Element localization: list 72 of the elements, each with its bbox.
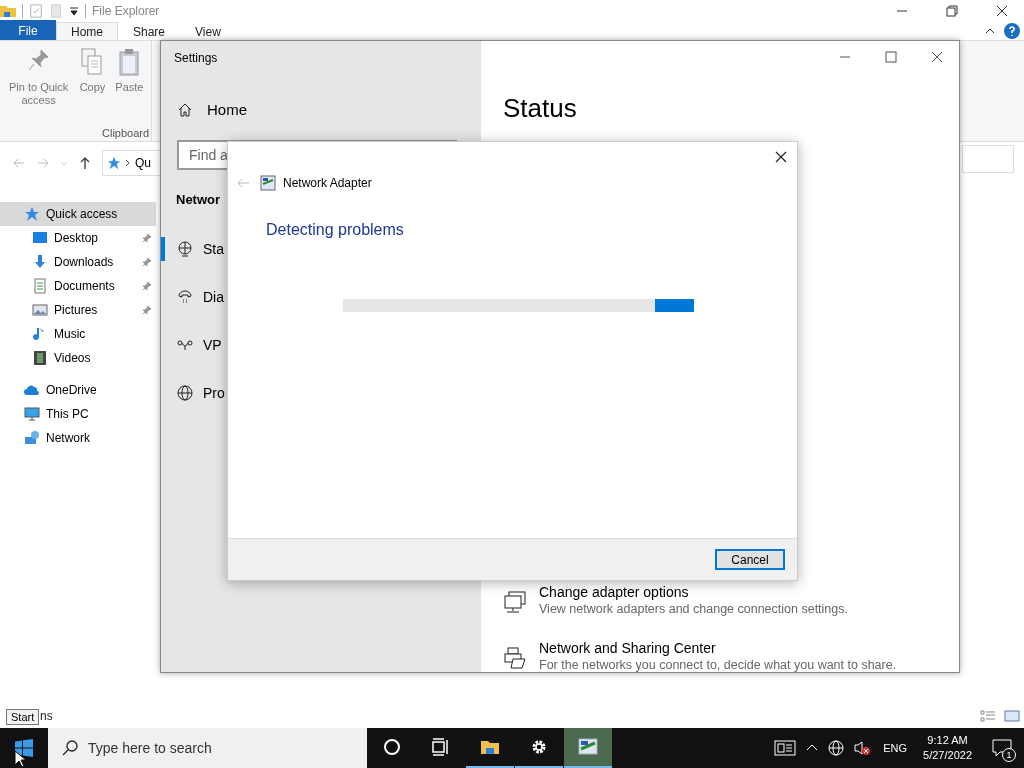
page-title: Status [503,93,578,124]
computer-icon [24,406,40,422]
file-menu-tab[interactable]: File [0,20,56,42]
mouse-cursor-icon [14,750,26,768]
ribbon-tab[interactable]: Home [56,22,118,40]
network-icon [24,430,40,446]
maximize-icon[interactable] [885,51,897,63]
nav-item[interactable]: Music [0,322,156,346]
nav-item[interactable]: Documents [0,274,156,298]
help-icon[interactable] [1004,23,1020,39]
link-title[interactable]: Network and Sharing Center [539,640,897,656]
phone-icon [177,289,193,305]
window-title: File Explorer [92,4,160,18]
home-icon [177,101,193,118]
ribbon-button[interactable]: Paste [111,45,148,109]
ribbon-button[interactable]: Pin to Quick access [3,45,74,109]
restore-icon[interactable] [946,5,958,17]
ribbon-button[interactable]: Copy [75,45,110,109]
nav-item[interactable]: Downloads [0,250,156,274]
speech-bubble-icon [992,739,1012,757]
link-description: For the networks you connect to, decide what you want to share. [539,658,897,672]
section-heading: Networ [176,192,222,207]
search-field[interactable] [962,145,1014,173]
clipboard-icon [117,47,142,77]
notification-button[interactable]: 1 [980,728,1024,768]
dialog-heading: Detecting problems [266,221,405,239]
computers-icon [503,590,527,614]
copy-icon [80,47,105,77]
star-icon [107,156,121,170]
muted-speaker-icon[interactable] [854,740,871,756]
nav-item[interactable]: OneDrive [0,378,156,402]
document-icon [32,278,48,294]
globe-icon[interactable] [828,740,845,756]
close-icon[interactable] [931,51,943,63]
dialog-title: Network Adapter [283,176,372,190]
close-icon[interactable] [996,5,1008,17]
language-indicator[interactable]: ENG [883,742,908,754]
tooltip: Start [6,709,40,725]
home-link[interactable]: Home [177,101,481,118]
globe-icon [177,385,193,401]
chevron-right-icon [125,159,131,167]
vpn-icon [177,337,193,353]
close-icon[interactable] [775,151,787,163]
windows-logo-icon [15,739,33,757]
nav-item[interactable]: Pictures [0,298,156,322]
dropdown-icon[interactable] [69,6,79,16]
film-icon [32,350,48,366]
window-title: Settings [174,51,219,65]
nav-item[interactable]: Quick access [0,202,156,226]
nav-item[interactable]: Desktop [0,226,156,250]
taskbar-search-field[interactable]: Type here to search [48,728,367,768]
up-arrow-icon[interactable] [78,156,92,170]
ribbon-tab[interactable]: View [180,22,236,40]
monitor-icon [32,230,48,246]
link-description: View network adapters and change connection settings. [539,602,848,616]
nav-item[interactable]: Network [0,426,156,450]
link-title[interactable]: Change adapter options [539,584,848,600]
news-icon[interactable] [774,740,797,756]
picture-icon [32,302,48,318]
search-icon [62,740,78,756]
cancel-button[interactable]: Cancel [715,549,785,570]
status-text: ns [40,709,53,723]
star-icon [24,206,40,222]
clock[interactable]: 9:12 AM 5/27/2022 [923,733,972,763]
ribbon-tab[interactable]: Share [118,22,181,40]
network-adapter-icon [260,175,276,191]
globe-monitor-icon [177,241,193,257]
nav-item[interactable]: Videos [0,346,156,370]
window-app-icon[interactable] [564,728,612,768]
down-arrow-icon [32,254,48,270]
nav-item[interactable]: This PC [0,402,156,426]
group-label: Clipboard [101,127,150,139]
